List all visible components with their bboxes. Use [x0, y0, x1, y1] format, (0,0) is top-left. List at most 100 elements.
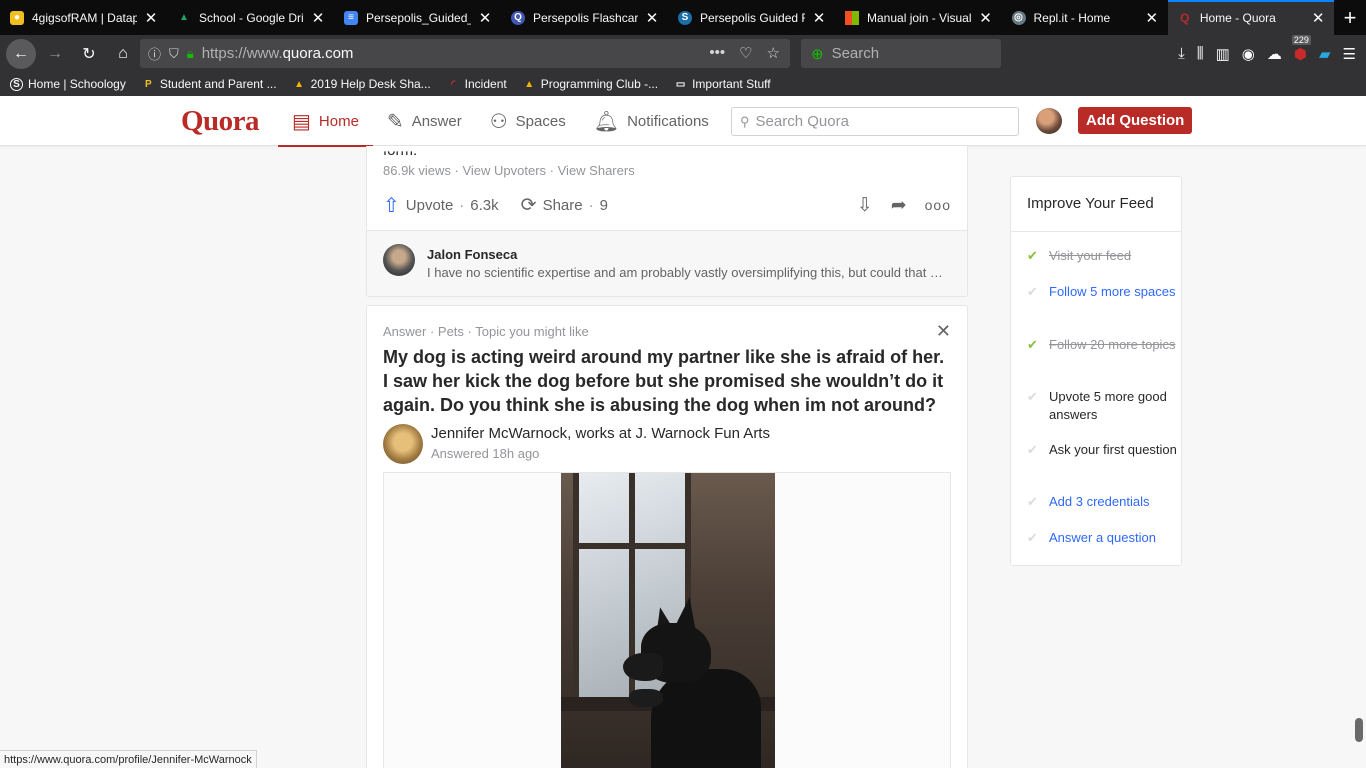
view-upvoters-link[interactable]: View Upvoters: [462, 163, 546, 178]
close-icon[interactable]: ✕: [1144, 9, 1160, 27]
share-arrow-icon[interactable]: ➦: [891, 194, 907, 217]
pocket-icon[interactable]: ♡: [739, 44, 752, 62]
feed-task-answer[interactable]: ✔ Answer a question: [1027, 529, 1177, 547]
close-icon[interactable]: ✕: [936, 321, 951, 342]
tab-google-drive[interactable]: ▲ School - Google Driv ✕: [167, 0, 334, 35]
bookmark-label: 2019 Help Desk Sha...: [310, 77, 431, 91]
close-icon[interactable]: ✕: [978, 9, 994, 27]
tab-title: Manual join - Visual: [867, 10, 972, 25]
close-icon[interactable]: ✕: [477, 9, 493, 27]
close-icon[interactable]: ✕: [143, 9, 159, 27]
tab-replit[interactable]: ◎ Repl.it - Home ✕: [1002, 0, 1168, 35]
downvote-icon[interactable]: ⇩: [857, 194, 873, 217]
bookmark-incident[interactable]: ◜ Incident: [447, 77, 506, 91]
bookmark-programming-club[interactable]: ▲ Programming Club -...: [523, 77, 658, 91]
shield-icon[interactable]: ⛉: [169, 46, 179, 62]
bookmark-label: Home | Schoology: [28, 77, 126, 91]
extension-icon[interactable]: ☁: [1267, 45, 1282, 63]
feed-task-follow-topics[interactable]: ✔ Follow 20 more topics: [1027, 336, 1177, 354]
nav-notifications[interactable]: 🔔︎ Notifications: [580, 96, 723, 146]
feed-task-upvote[interactable]: ✔ Upvote 5 more good answers: [1027, 388, 1177, 424]
browser-search-box[interactable]: ⊕ Search: [801, 39, 1001, 68]
bookmark-help-desk[interactable]: ▲ 2019 Help Desk Sha...: [293, 77, 431, 91]
quora-search[interactable]: ⚲: [731, 107, 1019, 136]
close-icon[interactable]: ✕: [644, 9, 660, 27]
checkmark-icon: ✔: [1027, 248, 1038, 263]
home-button[interactable]: ⌂: [108, 39, 138, 69]
bookmark-star-icon[interactable]: ☆: [767, 44, 780, 62]
feed-task-credentials[interactable]: ✔ Add 3 credentials: [1027, 493, 1177, 511]
people-icon: ⚇: [489, 110, 508, 133]
google-drive-icon: ▲: [294, 78, 305, 90]
home-feed-icon: ▤: [292, 110, 311, 133]
checkmark-icon: ✔: [1027, 494, 1038, 509]
nav-answer[interactable]: ✎ Answer: [373, 96, 476, 146]
checkmark-icon: ✔: [1027, 442, 1038, 457]
add-question-button[interactable]: Add Question: [1078, 107, 1193, 134]
address-bar[interactable]: ⓘ ⛉ 🔒︎ https://www.quora.com ••• ♡ ☆: [140, 39, 790, 68]
task-label: Upvote 5 more good answers: [1049, 389, 1167, 422]
answer-author[interactable]: Jennifer McWarnock, works at J. Warnock …: [431, 425, 770, 442]
close-icon[interactable]: ✕: [811, 9, 827, 27]
bookmark-schoology[interactable]: S Home | Schoology: [10, 77, 126, 91]
nav-label: Notifications: [627, 112, 709, 130]
close-icon[interactable]: ✕: [310, 9, 326, 27]
share-button[interactable]: ⟳ Share · 9: [521, 194, 608, 217]
dog-photo[interactable]: [561, 473, 775, 768]
bell-icon: 🔔︎: [593, 110, 620, 133]
close-icon[interactable]: ✕: [1310, 9, 1326, 27]
info-icon[interactable]: ⓘ: [148, 44, 161, 63]
bookmark-important-stuff[interactable]: ▭ Important Stuff: [674, 77, 771, 91]
feed-task-visit-feed[interactable]: ✔ Visit your feed: [1027, 247, 1177, 265]
question-title[interactable]: My dog is acting weird around my partner…: [383, 345, 953, 417]
top-comment[interactable]: Jalon Fonseca I have no scientific exper…: [367, 230, 967, 296]
menu-icon[interactable]: ☰: [1343, 45, 1356, 63]
tab-datapixel[interactable]: ● 4gigsofRAM | Datap ✕: [0, 0, 167, 35]
tab-microsoft[interactable]: Manual join - Visual ✕: [835, 0, 1002, 35]
screenshot-extension-icon[interactable]: ▰: [1319, 45, 1331, 63]
page-scrollbar[interactable]: [1355, 718, 1363, 742]
tab-title: Persepolis Flashcard: [533, 10, 638, 25]
task-label: Answer a question: [1049, 530, 1156, 545]
tab-quora[interactable]: Q Home - Quora ✕: [1167, 0, 1335, 35]
feed-task-follow-spaces[interactable]: ✔ Follow 5 more spaces: [1027, 283, 1177, 301]
answer-date[interactable]: Answered 18h ago: [431, 446, 539, 461]
quora-search-input[interactable]: [755, 113, 1006, 130]
new-tab-button[interactable]: +: [1334, 0, 1366, 35]
answer-stats: 86.9k views · View Upvoters · View Share…: [383, 163, 635, 178]
quora-logo[interactable]: Quora: [181, 105, 260, 138]
upvote-button[interactable]: ⇧ Upvote · 6.3k: [383, 193, 499, 218]
comment-author[interactable]: Jalon Fonseca: [427, 247, 517, 262]
share-count: 9: [599, 196, 608, 214]
forward-button[interactable]: →: [40, 39, 70, 69]
page-actions-icon[interactable]: •••: [709, 44, 725, 62]
feed-task-ask-question[interactable]: ✔ Ask your first question: [1027, 441, 1177, 459]
checkmark-icon: ✔: [1027, 389, 1038, 404]
improve-feed-panel: Improve Your Feed ✔ Visit your feed ✔ Fo…: [1010, 176, 1182, 566]
ublock-icon[interactable]: ⬢ 229: [1291, 34, 1311, 63]
share-label: Share: [542, 196, 583, 214]
tab-quizlet[interactable]: Q Persepolis Flashcard ✕: [501, 0, 668, 35]
download-icon[interactable]: ⤓: [1178, 45, 1185, 62]
url-text[interactable]: https://www.quora.com: [202, 45, 354, 62]
library-icon[interactable]: ⫼: [1197, 45, 1204, 62]
tab-google-docs[interactable]: ≡ Persepolis_Guided_R ✕: [334, 0, 501, 35]
more-options-icon[interactable]: ooo: [925, 197, 951, 213]
sidebar-icon[interactable]: ▥: [1216, 45, 1230, 63]
lock-icon[interactable]: 🔒︎: [187, 46, 194, 62]
nav-label: Home: [318, 112, 359, 130]
quizlet-icon: Q: [511, 10, 525, 25]
comment-text[interactable]: I have no scientific expertise and am pr…: [427, 265, 949, 280]
bookmark-powerschool[interactable]: P Student and Parent ...: [142, 77, 277, 91]
avatar[interactable]: [383, 424, 423, 464]
view-sharers-link[interactable]: View Sharers: [558, 163, 635, 178]
back-button[interactable]: ←: [6, 38, 36, 69]
avatar[interactable]: [383, 244, 415, 276]
views-count: 86.9k views: [383, 163, 451, 178]
avatar[interactable]: [1036, 108, 1062, 134]
account-icon[interactable]: ◉: [1242, 45, 1255, 63]
reload-button[interactable]: ↻: [74, 39, 104, 69]
nav-home[interactable]: ▤ Home: [278, 96, 373, 147]
nav-spaces[interactable]: ⚇ Spaces: [476, 96, 580, 146]
tab-schoology[interactable]: S Persepolis Guided R ✕: [668, 0, 835, 35]
